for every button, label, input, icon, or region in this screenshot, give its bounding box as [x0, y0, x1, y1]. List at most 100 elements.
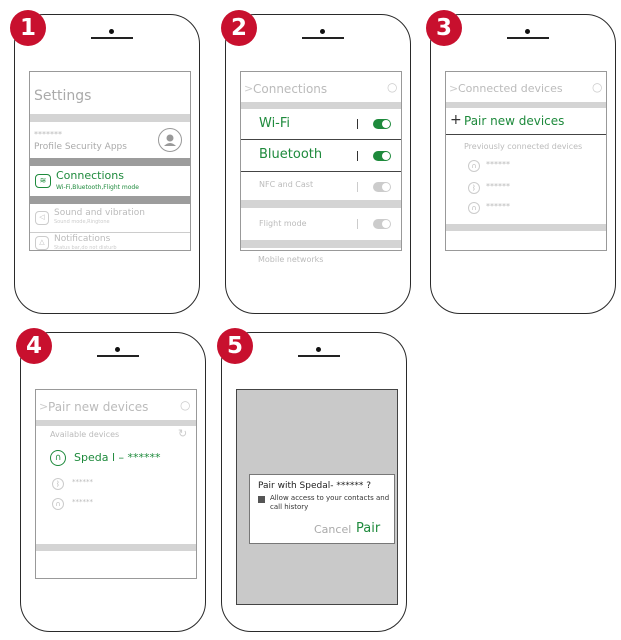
device-name[interactable]: ******: [486, 160, 510, 169]
search-icon[interactable]: ○: [592, 80, 602, 94]
separator: [357, 182, 358, 192]
headphones-icon: ∩: [52, 498, 64, 510]
speaker: [298, 355, 340, 357]
nfc-toggle[interactable]: [373, 182, 391, 192]
phone-frame: Pair with Spedal- ****** ? Allow access …: [221, 332, 407, 632]
camera: [320, 29, 325, 34]
divider: [30, 232, 190, 233]
headphones-icon: ∩: [468, 160, 480, 172]
step-4-panel: > Pair new devices ○ Available devices ↻…: [16, 328, 209, 634]
connections-label: Connections: [56, 169, 124, 182]
camera: [316, 347, 321, 352]
bluetooth-toggle[interactable]: [373, 151, 391, 161]
mobile-networks-label[interactable]: Mobile networks: [258, 255, 323, 264]
back-chevron-icon[interactable]: >: [449, 82, 458, 95]
step-1-panel: Settings ******* Profile Security Apps ≋…: [10, 10, 203, 316]
device-name[interactable]: ******: [72, 478, 93, 486]
notifications-item[interactable]: △ Notifications Status bar,do not distur…: [30, 234, 190, 251]
device-name[interactable]: ******: [486, 182, 510, 191]
step-badge: 5: [217, 328, 253, 364]
cancel-button[interactable]: Cancel: [314, 523, 351, 536]
speaker: [302, 37, 344, 39]
divider: [241, 200, 401, 208]
notifications-sub: Status bar,do not disturb: [54, 245, 117, 251]
divider: [241, 240, 401, 248]
flight-label: Flight mode: [259, 219, 307, 228]
plus-icon[interactable]: +: [450, 112, 462, 128]
headphones-icon: ∩: [50, 450, 66, 466]
bluetooth-icon: ᛒ: [468, 182, 480, 194]
step-2-panel: > Connections ○ Wi-Fi Bluetooth NFC and …: [221, 10, 414, 316]
headphones-icon: ∩: [468, 202, 480, 214]
search-icon[interactable]: ○: [387, 80, 397, 94]
phone-frame: Settings ******* Profile Security Apps ≋…: [14, 14, 200, 314]
pair-new-devices-button[interactable]: Pair new devices: [464, 114, 564, 128]
divider: [446, 134, 606, 135]
wifi-toggle[interactable]: [373, 119, 391, 129]
settings-title: Settings: [34, 88, 92, 104]
settings-screen: Settings ******* Profile Security Apps ≋…: [29, 71, 191, 251]
pair-button[interactable]: Pair: [356, 521, 380, 536]
step-badge: 3: [426, 10, 462, 46]
previously-connected-label: Previously connected devices: [464, 142, 583, 151]
separator: [357, 119, 358, 129]
step-badge: 1: [10, 10, 46, 46]
sound-label: Sound and vibration: [54, 208, 145, 218]
phone-frame: > Pair new devices ○ Available devices ↻…: [20, 332, 206, 632]
divider: [446, 102, 606, 108]
nfc-label: NFC and Cast: [259, 180, 314, 189]
camera: [525, 29, 530, 34]
available-devices-label: Available devices: [50, 430, 120, 439]
device-speda-button[interactable]: Speda l – ******: [74, 451, 161, 464]
refresh-icon[interactable]: ↻: [178, 427, 187, 440]
divider: [30, 114, 190, 122]
speaker: [507, 37, 549, 39]
divider: [30, 158, 190, 166]
camera: [115, 347, 120, 352]
profile-links[interactable]: Profile Security Apps: [34, 142, 127, 152]
sound-item[interactable]: ◁ Sound and vibration Sound mode,Rington…: [30, 206, 190, 230]
connections-item[interactable]: ≋ Connections Wi-Fi,Bluetooth,Flight mod…: [30, 166, 190, 196]
checkbox-icon[interactable]: [258, 496, 265, 503]
notifications-label: Notifications: [54, 234, 111, 244]
device-name[interactable]: ******: [486, 202, 510, 211]
connections-sub: Wi-Fi,Bluetooth,Flight mode: [56, 184, 139, 191]
back-chevron-icon[interactable]: >: [39, 400, 48, 413]
phone-frame: > Connected devices ○ + Pair new devices…: [430, 14, 616, 314]
step-badge: 4: [16, 328, 52, 364]
sound-sub: Sound mode,Ringtone: [54, 219, 110, 225]
connected-devices-screen: > Connected devices ○ + Pair new devices…: [445, 71, 607, 251]
divider: [446, 224, 606, 231]
pair-dialog: Pair with Spedal- ****** ? Allow access …: [249, 474, 395, 544]
connections-title: Connections: [253, 82, 328, 96]
flight-toggle[interactable]: [373, 219, 391, 229]
wifi-icon: ≋: [35, 174, 51, 188]
divider: [241, 102, 401, 109]
step-5-panel: Pair with Spedal- ****** ? Allow access …: [217, 328, 410, 634]
camera: [109, 29, 114, 34]
device-name[interactable]: ******: [72, 498, 93, 506]
back-chevron-icon[interactable]: >: [244, 82, 253, 95]
step-badge: 2: [221, 10, 257, 46]
bell-icon: △: [35, 236, 49, 250]
avatar-icon[interactable]: [158, 128, 182, 152]
search-icon[interactable]: ○: [180, 398, 190, 412]
pair-new-devices-title: Pair new devices: [48, 400, 149, 414]
divider: [36, 544, 196, 551]
divider: [241, 171, 401, 172]
bluetooth-icon: ᛒ: [52, 478, 64, 490]
speaker: [97, 355, 139, 357]
wifi-label: Wi-Fi: [259, 116, 291, 131]
speaker: [91, 37, 133, 39]
separator: [357, 151, 358, 161]
pair-new-devices-screen: > Pair new devices ○ Available devices ↻…: [35, 389, 197, 579]
separator: [357, 219, 358, 229]
bluetooth-label: Bluetooth: [259, 147, 323, 162]
connections-screen: > Connections ○ Wi-Fi Bluetooth NFC and …: [240, 71, 402, 251]
user-name: *******: [34, 130, 62, 139]
phone-frame: > Connections ○ Wi-Fi Bluetooth NFC and …: [225, 14, 411, 314]
divider: [30, 196, 190, 204]
step-3-panel: > Connected devices ○ + Pair new devices…: [426, 10, 619, 316]
connected-devices-title: Connected devices: [458, 82, 563, 95]
checkbox-text: Allow access to your contacts and call h…: [270, 494, 390, 511]
